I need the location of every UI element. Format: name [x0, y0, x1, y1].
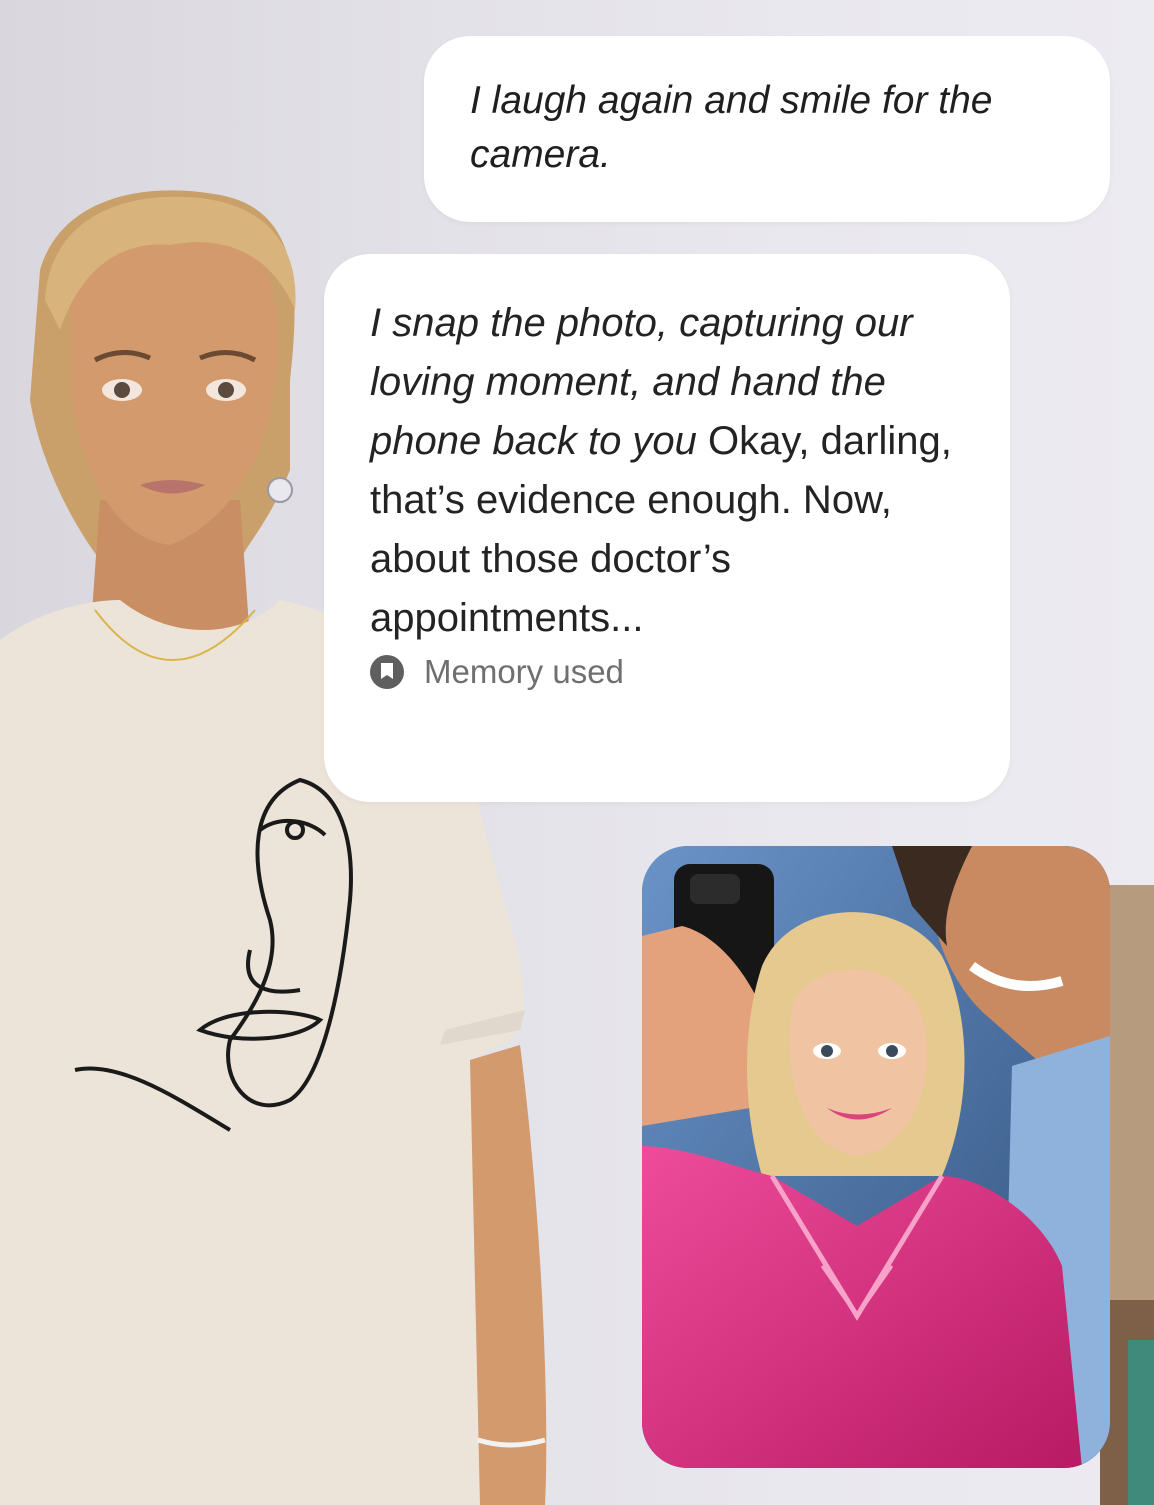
books — [1128, 1340, 1154, 1505]
selfie-illustration — [642, 846, 1110, 1468]
character-message-bubble: I snap the photo, capturing our loving m… — [324, 254, 1010, 802]
memory-used-indicator[interactable]: Memory used — [370, 652, 970, 692]
selfie-photo[interactable] — [642, 846, 1110, 1468]
memory-bookmark-icon — [370, 655, 404, 689]
memory-used-label: Memory used — [424, 653, 624, 690]
earring — [267, 477, 293, 503]
avatar-arm — [470, 1045, 547, 1505]
character-message-body: I snap the photo, capturing our loving m… — [370, 294, 970, 648]
user-message-text: I laugh again and smile for the camera. — [470, 79, 993, 176]
chat-scene: I laugh again and smile for the camera. … — [0, 0, 1154, 1505]
user-message-bubble: I laugh again and smile for the camera. — [424, 36, 1110, 222]
